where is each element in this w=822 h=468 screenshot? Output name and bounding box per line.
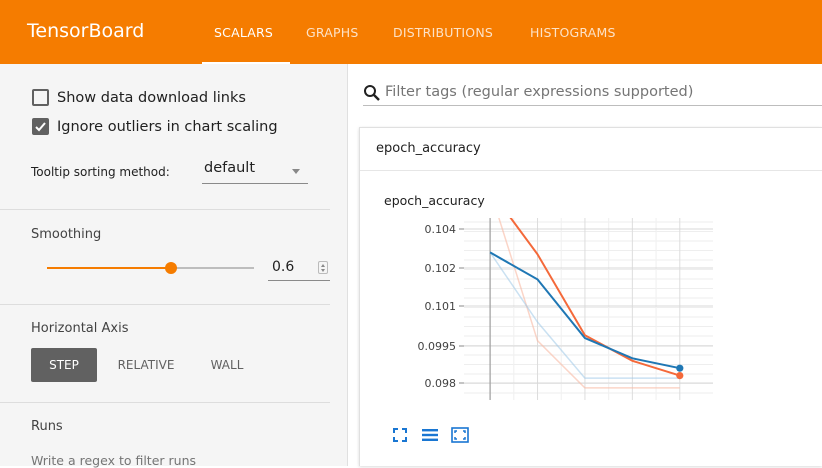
y-tick-label: 0.0995 [418,340,457,353]
tooltip-sorting-select[interactable]: default [202,160,308,184]
fit-to-data-icon[interactable] [390,427,410,443]
smoothing-slider-fill [47,267,171,269]
horizontal-axis-title: Horizontal Axis [31,321,129,336]
ignore-outliers-label: Ignore outliers in chart scaling [57,118,278,135]
divider [0,402,330,403]
chart-toolbar [390,427,470,443]
tag-filter[interactable]: Filter tags (regular expressions support… [363,80,822,106]
smoothing-input[interactable]: 0.6 [268,257,330,281]
series-point-blue [676,364,684,372]
runs-title: Runs [31,419,63,434]
smoothing-title: Smoothing [31,227,102,242]
axis-step-button[interactable]: STEP [31,348,97,382]
smoothing-slider-handle[interactable] [165,262,177,274]
y-tick-label: 0.104 [425,223,457,236]
tag-filter-placeholder: Filter tags (regular expressions support… [385,84,694,100]
tab-graphs[interactable]: GRAPHS [306,25,359,40]
search-icon [364,85,380,101]
tab-distributions[interactable]: DISTRIBUTIONS [393,25,493,40]
tab-histograms[interactable]: HISTOGRAMS [530,25,616,40]
spinner-icon[interactable] [318,261,328,274]
y-tick-label: 0.102 [425,262,457,275]
show-download-links-label: Show data download links [57,89,246,106]
show-download-links-option[interactable]: Show data download links [32,89,246,106]
smoothing-value: 0.6 [272,259,295,275]
ignore-outliers-checkbox[interactable] [32,118,49,135]
toggle-log-scale-icon[interactable] [420,427,440,443]
top-bar: TensorBoard SCALARS GRAPHS DISTRIBUTIONS… [0,0,822,64]
app-title: TensorBoard [27,20,145,42]
axis-wall-button[interactable]: WALL [196,348,258,382]
divider [0,209,330,210]
chevron-down-icon [292,169,300,174]
axis-relative-button[interactable]: RELATIVE [106,348,186,382]
show-download-links-checkbox[interactable] [32,89,49,106]
series-point-orange [676,372,684,380]
scalar-card: epoch_accuracy epoch_accuracy 0.104 0.102… [359,127,822,466]
ignore-outliers-option[interactable]: Ignore outliers in chart scaling [32,118,278,135]
expand-chart-icon[interactable] [450,427,470,443]
tooltip-sorting-value: default [204,160,256,176]
tooltip-sorting-label: Tooltip sorting method: [31,165,170,179]
sidebar: Show data download links Ignore outliers… [0,64,348,468]
divider [0,304,330,305]
checkmark-icon [35,122,46,132]
smoothing-slider[interactable] [47,262,254,274]
y-tick-label: 0.098 [425,377,457,390]
line-chart[interactable]: 0.104 0.102 0.101 0.0995 0.098 [360,128,822,467]
tab-scalars[interactable]: SCALARS [214,25,273,40]
y-tick-label: 0.101 [425,300,457,313]
